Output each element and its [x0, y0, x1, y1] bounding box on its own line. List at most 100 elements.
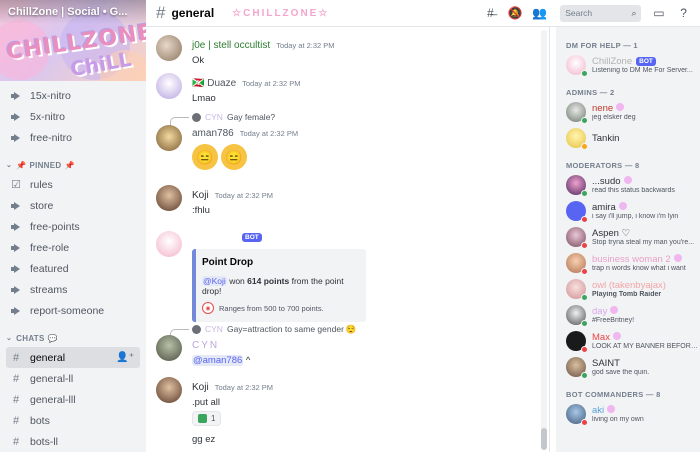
username[interactable]: Koji: [192, 382, 209, 393]
member-item[interactable]: ...sudo read this status backwards: [556, 172, 700, 198]
avatar: [566, 404, 588, 426]
channel-bots[interactable]: # bots: [6, 410, 140, 431]
username[interactable]: Duaze: [207, 78, 236, 89]
flag-icon: 🇧🇮: [192, 78, 208, 89]
timestamp: Today at 2:32 PM: [239, 129, 299, 138]
check-emoji-icon: [198, 414, 207, 423]
member-name: amira: [592, 202, 616, 213]
channel-topic: ☆CHILLZONE☆: [232, 7, 330, 19]
avatar[interactable]: [156, 73, 182, 99]
server-name-button[interactable]: ChillZone | Social • G...: [0, 0, 146, 24]
username[interactable]: j0e | stell occultist: [192, 40, 270, 51]
dnd-status-icon: [581, 242, 588, 249]
channel-general-ll[interactable]: # general-ll: [6, 368, 140, 389]
online-status-icon: [581, 190, 588, 197]
mute-bell-icon[interactable]: 🔕: [507, 4, 524, 22]
avatar[interactable]: [156, 377, 182, 403]
help-icon[interactable]: ?: [675, 4, 692, 22]
category-pinned[interactable]: ⌄ 📌 PINNED 📌: [0, 156, 146, 174]
avatar[interactable]: [156, 335, 182, 361]
username[interactable]: CYN: [192, 340, 219, 351]
pin-icon: 📌: [64, 160, 75, 170]
member-item[interactable]: owl (takenbyajax) Playing Tomb Raider: [556, 276, 700, 302]
timestamp: Today at 2:32 PM: [214, 383, 274, 392]
chevron-down-icon: ⌄: [6, 335, 13, 342]
channel-report-someone[interactable]: report-someone: [6, 300, 140, 321]
point-drop-embed: Point Drop @Koji won 614 points from the…: [192, 249, 366, 322]
message: BOT Point Drop @Koji won 614 points from…: [146, 227, 549, 322]
avatar[interactable]: [156, 35, 182, 61]
member-item[interactable]: nene jeg elsker deg: [556, 99, 700, 125]
boost-badge-icon: [612, 332, 621, 340]
channel-free-role[interactable]: free-role: [6, 237, 140, 258]
online-status-icon: [581, 117, 588, 124]
channel-5x-nitro[interactable]: 5x-nitro: [6, 106, 140, 127]
announcement-icon: [10, 132, 22, 144]
threads-icon[interactable]: #̶: [482, 4, 499, 22]
member-item[interactable]: business woman 2 trap n words know what …: [556, 250, 700, 276]
channel-general[interactable]: # general 👤⁺: [6, 347, 140, 368]
reply-username: CYN: [205, 324, 223, 334]
channel-rules[interactable]: ☑ rules: [6, 174, 140, 195]
member-name: aki: [592, 405, 605, 416]
scrollbar-thumb[interactable]: [541, 428, 547, 450]
message: j0e | stell occultist Today at 2:32 PM Ok: [146, 35, 549, 66]
category-chats[interactable]: ⌄ CHATS 💬: [0, 329, 146, 347]
members-icon[interactable]: 👥: [531, 4, 548, 22]
reply-text: Gay female?: [226, 112, 276, 122]
header-toolbar: #̶ 🔕 👥 Search ⌕ ▭ ?: [476, 0, 700, 27]
channel-store[interactable]: store: [6, 195, 140, 216]
channel-featured[interactable]: featured: [6, 258, 140, 279]
pin-icon: 📌: [16, 160, 27, 170]
channel-general-lll[interactable]: # general-lll: [6, 389, 140, 410]
username[interactable]: Koji: [192, 190, 209, 201]
avatar[interactable]: [156, 185, 182, 211]
avatar: [566, 175, 588, 197]
channel-free-points[interactable]: free-points: [6, 216, 140, 237]
member-item[interactable]: SAINT god save the quin.: [556, 354, 700, 380]
message-text: .put all: [192, 397, 220, 408]
reaction-button[interactable]: 1: [192, 411, 222, 426]
hash-icon: #: [12, 414, 20, 427]
dnd-status-icon: [581, 268, 588, 275]
announcement-icon: [10, 263, 22, 275]
member-item[interactable]: aki living on my own: [556, 401, 700, 427]
username[interactable]: aman786: [192, 128, 234, 139]
boost-badge-icon: [623, 176, 632, 184]
search-input[interactable]: Search ⌕: [560, 4, 641, 22]
message-text: @aman786 ^: [192, 355, 251, 366]
member-item[interactable]: Aspen ♡ Stop tryna steal my man you're..…: [556, 224, 700, 250]
user-mention[interactable]: @Koji: [202, 276, 227, 286]
online-status-icon: [581, 70, 588, 77]
avatar[interactable]: [156, 125, 182, 151]
channel-bots-ll[interactable]: # bots-ll: [6, 431, 140, 452]
member-item[interactable]: ChillZone BOT Listening to DM Me For Serv…: [556, 52, 700, 78]
inbox-icon[interactable]: ▭: [651, 4, 668, 22]
avatar: [566, 201, 588, 223]
member-activity: LOOK AT MY BANNER BEFORE...: [592, 343, 700, 350]
member-item[interactable]: day #FreeBritney!: [556, 302, 700, 328]
channel-streams[interactable]: streams: [6, 279, 140, 300]
message: Koji Today at 2:32 PM :fhlu: [146, 185, 549, 216]
chat-scrollbar[interactable]: [541, 30, 547, 450]
member-activity: read this status backwards: [592, 187, 675, 194]
member-name: ChillZone: [592, 56, 633, 67]
message: 🇧🇮 Duaze Today at 2:32 PM Lmao: [146, 73, 549, 111]
embed-footer: ◉ Ranges from 500 to 700 points.: [202, 302, 358, 314]
member-item[interactable]: amira i say i'll jump, i know i'm lyin: [556, 198, 700, 224]
online-status-icon: [581, 294, 588, 301]
online-status-icon: [581, 320, 588, 327]
announcement-icon: [10, 200, 22, 212]
avatar[interactable]: [156, 231, 182, 257]
channel-15x-nitro[interactable]: 15x-nitro: [6, 85, 140, 106]
member-item[interactable]: Max LOOK AT MY BANNER BEFORE...: [556, 328, 700, 354]
dnd-status-icon: [581, 346, 588, 353]
channel-free-nitro[interactable]: free-nitro: [6, 127, 140, 148]
add-user-icon[interactable]: 👤⁺: [116, 352, 134, 363]
search-icon: ⌕: [631, 7, 637, 18]
member-item[interactable]: Tankin: [556, 125, 700, 151]
reply-avatar: [192, 324, 201, 334]
reply-preview[interactable]: CYN Gay female?: [146, 111, 549, 126]
reply-preview[interactable]: CYN Gay=attraction to same gender 😌: [146, 323, 549, 338]
user-mention[interactable]: @aman786: [192, 355, 244, 366]
